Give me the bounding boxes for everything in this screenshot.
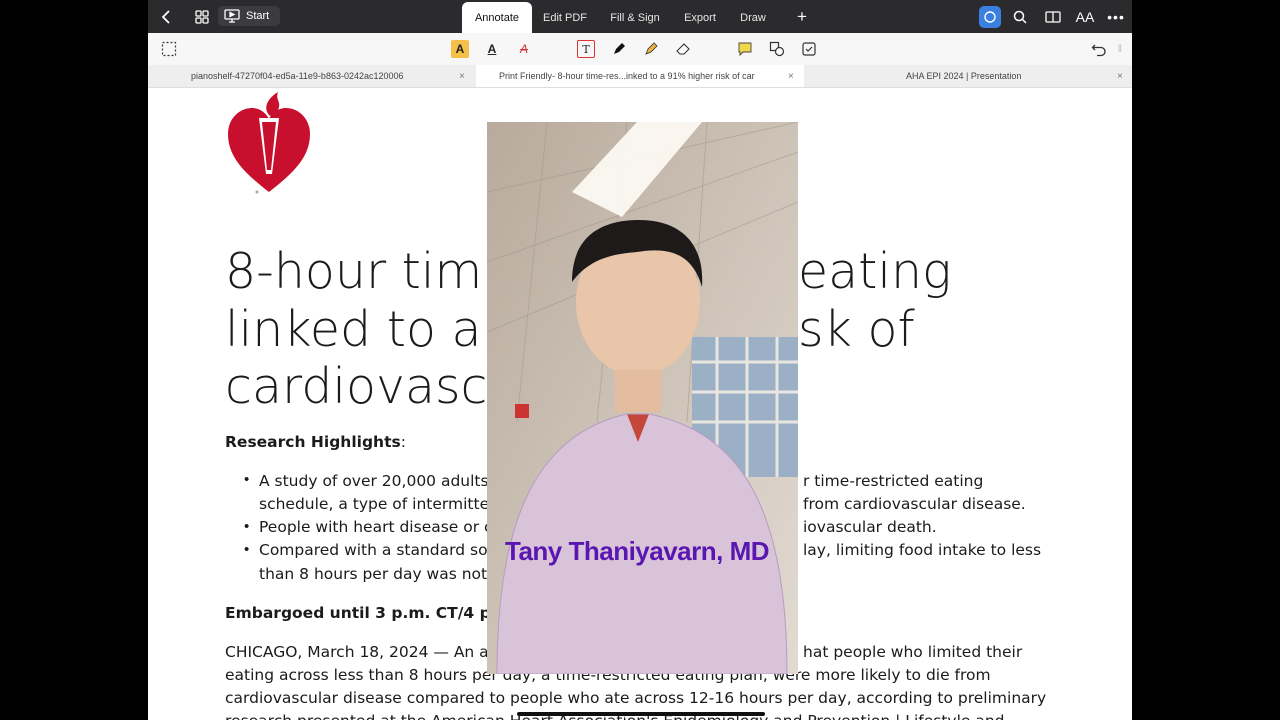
embargo-line: Embargoed until 3 p.m. CT/4 p.m (225, 604, 513, 622)
tab-fill-sign[interactable]: Fill & Sign (604, 2, 666, 33)
assistant-app-icon[interactable] (978, 0, 1002, 33)
home-indicator[interactable] (517, 712, 765, 716)
tab-export[interactable]: Export (676, 2, 724, 33)
document-tabs: pianoshelf-47270f04-ed5a-11e9-b863-0242a… (148, 65, 1132, 88)
bullet-2-right: iovascular death. (803, 518, 937, 536)
bullet-dot: • (244, 541, 250, 558)
start-presentation-button[interactable]: Start (218, 6, 280, 26)
bullet-3-left: Compared with a standard so (259, 541, 488, 559)
speaker-video-frame (487, 122, 798, 674)
headline-line-2: linked to a (225, 301, 482, 358)
bullet-2-left: People with heart disease or c (259, 518, 493, 536)
stamp-icon[interactable] (800, 40, 818, 58)
text-size-icon[interactable]: AA (1074, 0, 1096, 33)
pen-icon[interactable] (610, 40, 628, 58)
tab-draw[interactable]: Draw (732, 2, 774, 33)
bullet-1-right: r time-restricted eating (803, 472, 984, 490)
undo-icon[interactable] (1090, 40, 1108, 58)
pdf-app-window: Start Annotate Edit PDF Fill & Sign Expo… (148, 0, 1132, 720)
close-icon[interactable]: × (459, 71, 465, 82)
top-toolbar: Start Annotate Edit PDF Fill & Sign Expo… (148, 0, 1132, 33)
speaker-video-overlay[interactable] (487, 122, 798, 674)
start-label: Start (246, 10, 270, 22)
doc-tab-aha-epi[interactable]: AHA EPI 2024 | Presentation × (804, 65, 1132, 87)
close-icon[interactable]: × (788, 71, 794, 82)
headline-line-3: cardiovascu (225, 358, 519, 415)
bullet-3b-left: than 8 hours per day was not (259, 565, 488, 583)
text-box-icon[interactable]: T (577, 40, 595, 58)
bullet-1-left: A study of over 20,000 adults (259, 472, 489, 490)
add-tab-plus-icon[interactable]: + (792, 0, 812, 33)
doc-tab-pianoshelf[interactable]: pianoshelf-47270f04-ed5a-11e9-b863-0242a… (148, 65, 476, 87)
bullet-1b-left: schedule, a type of intermitte (259, 495, 490, 513)
more-options-icon[interactable]: ••• (1106, 0, 1126, 33)
strikethrough-text-icon[interactable]: A (515, 40, 533, 58)
american-heart-association-logo (228, 92, 310, 194)
pdf-page: 8-hour tim linked to a cardiovascu eatin… (148, 88, 1132, 720)
bullet-dot: • (244, 471, 250, 488)
eraser-icon[interactable] (674, 40, 692, 58)
tab-edit-pdf[interactable]: Edit PDF (536, 2, 594, 33)
comment-note-icon[interactable] (736, 40, 754, 58)
annotation-tools-row: A A A T ‖ (148, 33, 1132, 66)
search-icon[interactable] (1010, 0, 1030, 33)
shapes-icon[interactable] (768, 40, 786, 58)
bullet-3-right: lay, limiting food intake to less (803, 541, 1042, 559)
paragraph-line-3: cardiovascular disease compared to peopl… (225, 689, 1047, 707)
paragraph-line-1-left: CHICAGO, March 18, 2024 — An ar (225, 643, 496, 661)
headline-right-2: sk of (798, 301, 915, 358)
tab-annotate[interactable]: Annotate (462, 2, 532, 33)
headline-right-1: eating (798, 243, 952, 300)
bullet-1b-right: from cardiovascular disease. (803, 495, 1026, 513)
close-icon[interactable]: × (1117, 71, 1123, 82)
highlights-heading: Research Highlights: (225, 433, 406, 451)
back-chevron-icon[interactable] (156, 0, 176, 33)
lasso-select-icon[interactable] (160, 40, 178, 58)
presentation-icon (224, 9, 240, 23)
paragraph-line-1-right: hat people who limited their (803, 643, 1023, 661)
headline-line-1: 8-hour tim (225, 243, 483, 300)
bullet-dot: • (244, 518, 250, 535)
doc-tab-print-friendly[interactable]: Print Friendly- 8-hour time-res...inked … (476, 65, 804, 87)
book-reader-icon[interactable] (1042, 0, 1064, 33)
underline-text-icon[interactable]: A (483, 40, 501, 58)
toolbar-drag-handle[interactable]: ‖ (1116, 40, 1124, 58)
highlighter-icon[interactable] (642, 40, 660, 58)
grid-icon[interactable] (192, 0, 212, 33)
speaker-name-caption: Tany Thaniyavarn, MD (505, 536, 770, 566)
highlight-text-icon[interactable]: A (451, 40, 469, 58)
